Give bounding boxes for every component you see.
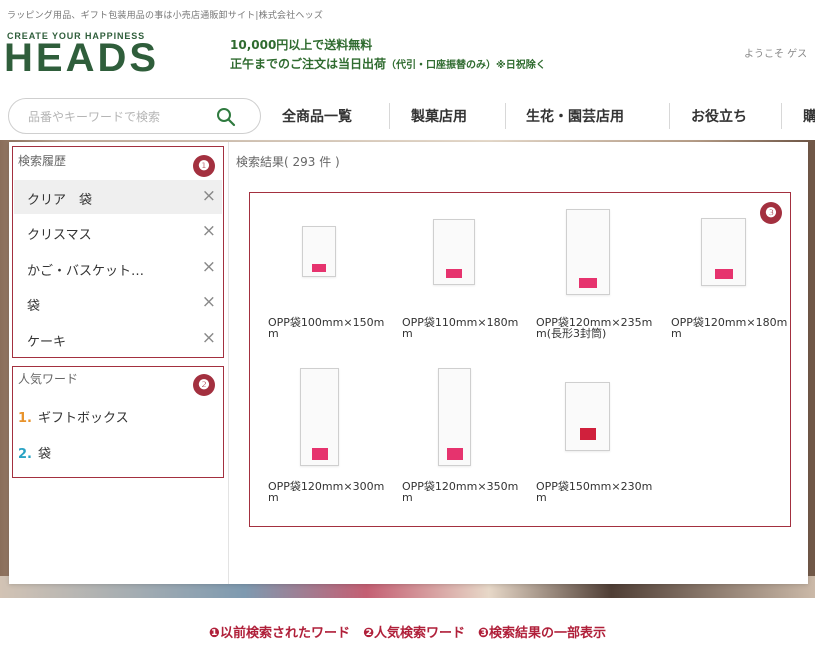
product-card[interactable]: OPP袋120mm×350mm <box>402 365 527 505</box>
annotation-caption: ❶以前検索されたワード ❷人気検索ワード ❸検索結果の一部表示 <box>208 626 607 641</box>
product-name[interactable]: OPP袋110mm×180mm <box>402 317 522 339</box>
history-item[interactable]: クリア 袋 × <box>14 180 222 214</box>
welcome-message: ようこそ ゲス <box>744 49 808 60</box>
annotation-badge-1: ❶ <box>193 155 215 177</box>
results-title: 検索結果( 293 件 ) <box>236 153 340 170</box>
results-count: ( 293 件 ) <box>284 155 340 169</box>
popular-label: ギフトボックス <box>37 411 129 426</box>
product-image[interactable] <box>302 226 336 277</box>
nav-more[interactable]: 購 <box>782 98 815 134</box>
nav-confectionery[interactable]: 製菓店用 <box>390 98 506 134</box>
main-nav: 全商品一覧 製菓店用 生花・園芸店用 お役立ち 購 <box>262 98 815 134</box>
nav-label: お役立ち <box>691 109 747 125</box>
product-card[interactable]: OPP袋120mm×300mm <box>268 365 393 505</box>
annotation-badge-2: ❷ <box>193 374 215 396</box>
history-item-label: 袋 <box>27 299 41 314</box>
product-card[interactable]: OPP袋100mm×150mm <box>268 205 393 340</box>
popular-item[interactable]: 1. ギフトボックス <box>18 407 129 426</box>
page: { "header": { "tagline": "ラッピング用品、ギフト包装用… <box>0 0 815 650</box>
logo[interactable]: HEADS <box>4 38 159 78</box>
nav-florist[interactable]: 生花・園芸店用 <box>506 98 670 134</box>
product-name[interactable]: OPP袋100mm×150mm <box>268 317 388 339</box>
popular-title: 人気ワード <box>18 372 79 386</box>
nav-label: 全商品一覧 <box>282 109 352 125</box>
search-input[interactable]: 品番やキーワードで検索 <box>8 98 261 134</box>
close-icon[interactable]: × <box>202 292 216 312</box>
product-card[interactable]: OPP袋150mm×230mm <box>536 365 661 505</box>
product-image[interactable] <box>565 382 610 451</box>
product-card[interactable]: OPP袋120mm×235mm(長形3封筒) <box>536 205 661 340</box>
history-item[interactable]: ケーキ × <box>14 322 222 356</box>
history-item[interactable]: 袋 × <box>14 286 222 320</box>
popular-label: 袋 <box>37 447 51 462</box>
popular-rank: 2. <box>18 447 32 462</box>
product-image[interactable] <box>566 209 610 295</box>
product-image[interactable] <box>433 219 475 285</box>
panel-divider <box>228 142 229 584</box>
same-day-shipping-main: 正午までのご注文は当日出荷 <box>230 57 387 71</box>
history-item[interactable]: かご・バスケット… × <box>14 251 222 285</box>
close-icon[interactable]: × <box>202 221 216 241</box>
history-title: 検索履歴 <box>18 154 67 168</box>
product-name[interactable]: OPP袋120mm×180mm <box>671 317 791 339</box>
same-day-shipping-notice: 正午までのご注文は当日出荷（代引・口座振替のみ）※日祝除く <box>230 55 546 72</box>
product-name[interactable]: OPP袋120mm×235mm(長形3封筒) <box>536 317 656 339</box>
history-item-label: ケーキ <box>27 335 67 350</box>
search-icon[interactable] <box>216 107 236 127</box>
nav-label: 製菓店用 <box>411 109 467 125</box>
close-icon[interactable]: × <box>202 186 216 206</box>
nav-useful[interactable]: お役立ち <box>670 98 782 134</box>
site-tagline: ラッピング用品、ギフト包装用品の事は小売店通販卸サイト|株式会社ヘッズ <box>7 11 324 21</box>
popular-rank: 1. <box>18 411 32 426</box>
free-shipping-notice: 10,000円以上で送料無料 <box>230 38 373 52</box>
close-icon[interactable]: × <box>202 257 216 277</box>
product-name[interactable]: OPP袋150mm×230mm <box>536 481 656 503</box>
product-card[interactable]: OPP袋110mm×180mm <box>402 205 527 340</box>
product-card[interactable]: OPP袋120mm×180mm <box>671 205 796 340</box>
product-image[interactable] <box>300 368 339 466</box>
results-title-label: 検索結果 <box>236 155 285 169</box>
history-item[interactable]: クリスマス × <box>14 215 222 249</box>
same-day-shipping-note: （代引・口座振替のみ）※日祝除く <box>386 60 546 71</box>
popular-item[interactable]: 2. 袋 <box>18 443 51 462</box>
product-name[interactable]: OPP袋120mm×300mm <box>268 481 388 503</box>
close-icon[interactable]: × <box>202 328 216 348</box>
history-item-label: クリスマス <box>27 228 92 243</box>
nav-label: 生花・園芸店用 <box>526 109 624 125</box>
history-item-label: かご・バスケット… <box>27 264 145 279</box>
nav-all-products[interactable]: 全商品一覧 <box>262 98 390 134</box>
history-item-label: クリア 袋 <box>27 193 93 208</box>
nav-label: 購 <box>803 109 815 125</box>
product-image[interactable] <box>701 218 746 286</box>
product-image[interactable] <box>438 368 471 466</box>
product-name[interactable]: OPP袋120mm×350mm <box>402 481 522 503</box>
search-placeholder: 品番やキーワードで検索 <box>28 110 161 124</box>
